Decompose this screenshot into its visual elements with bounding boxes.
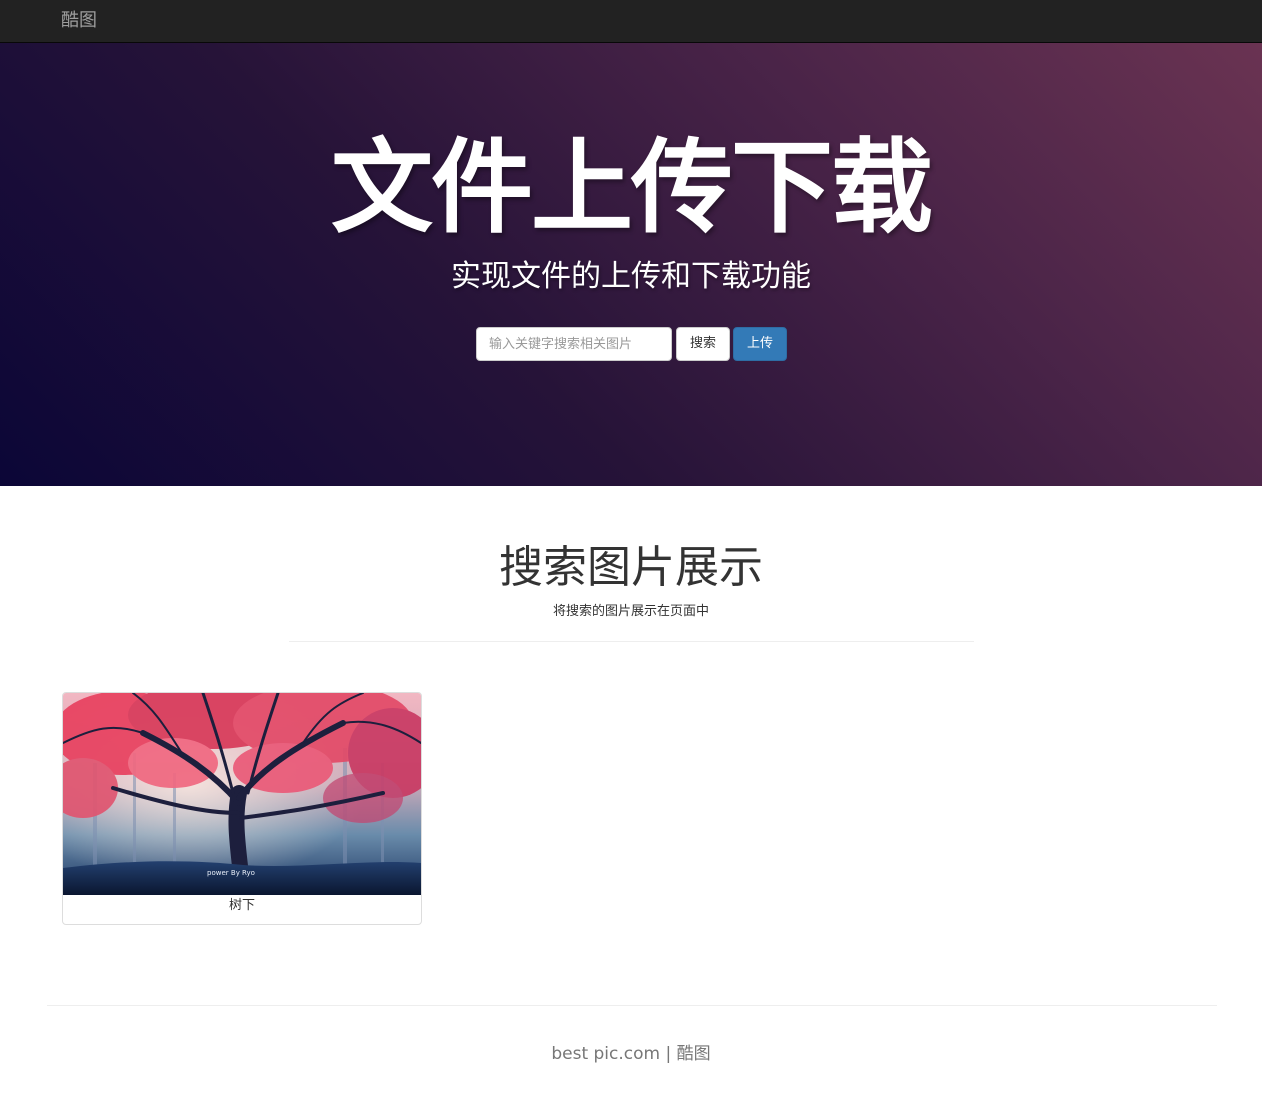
top-navbar: 酷图 <box>0 0 1262 43</box>
brand-link[interactable]: 酷图 <box>61 9 97 33</box>
gallery-subtitle: 将搜索的图片展示在页面中 <box>552 604 709 619</box>
hero-title: 文件上传下载 <box>331 129 933 248</box>
section-divider <box>289 641 974 642</box>
image-caption: 树下 <box>228 898 255 913</box>
gallery-title: 搜索图片展示 <box>499 542 763 593</box>
footer-divider <box>47 1005 1217 1006</box>
image-card[interactable]: power By Ryo 树下 <box>62 692 422 925</box>
hero-banner: 文件上传下载 实现文件的上传和下载功能 搜索 上传 <box>0 43 1262 486</box>
tree-photo-image[interactable]: power By Ryo <box>63 693 421 895</box>
footer-text: best pic.com | 酷图 <box>551 1044 711 1064</box>
search-button[interactable]: 搜索 <box>676 327 730 361</box>
hero-subtitle: 实现文件的上传和下载功能 <box>451 259 811 294</box>
image-watermark: power By Ryo <box>207 869 255 877</box>
search-input[interactable] <box>476 327 672 361</box>
upload-button[interactable]: 上传 <box>733 327 787 361</box>
